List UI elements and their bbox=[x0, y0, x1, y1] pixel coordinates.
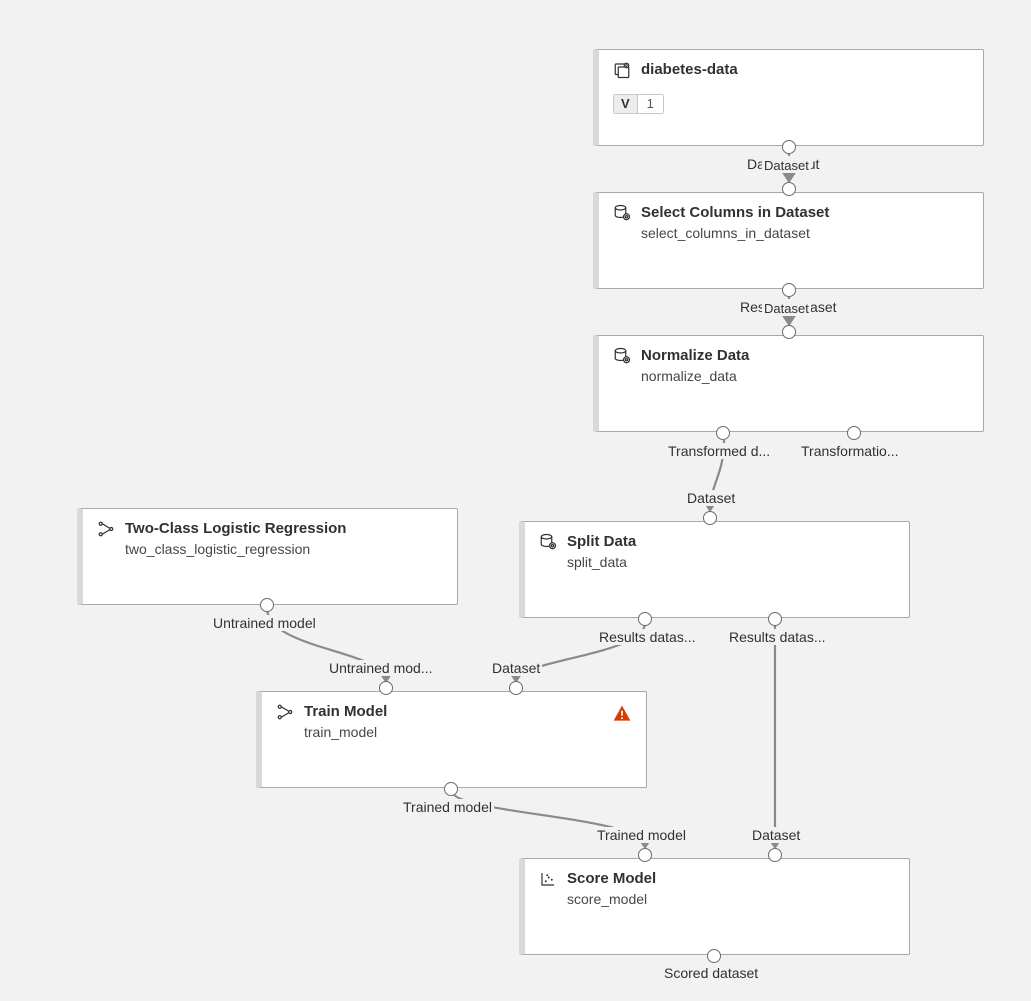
node-title: Two-Class Logistic Regression bbox=[125, 519, 346, 539]
algorithm-icon bbox=[276, 703, 294, 721]
port-out-logreg[interactable] bbox=[260, 598, 274, 612]
node-logistic-regression[interactable]: Two-Class Logistic Regression two_class_… bbox=[77, 508, 458, 605]
node-title: Normalize Data bbox=[641, 346, 749, 366]
node-title: Train Model bbox=[304, 702, 387, 722]
warning-icon bbox=[612, 704, 632, 724]
port-out-normalize-2[interactable] bbox=[847, 426, 861, 440]
port-label: Trained model bbox=[595, 827, 688, 843]
node-sub: train_model bbox=[304, 724, 387, 740]
port-label: Transformatio... bbox=[799, 443, 901, 459]
node-title: Split Data bbox=[567, 532, 636, 552]
port-label: Results datas... bbox=[727, 629, 828, 645]
port-label: Dataset bbox=[685, 490, 737, 506]
node-title: Select Columns in Dataset bbox=[641, 203, 829, 223]
node-diabetes-data[interactable]: diabetes-data V 1 bbox=[593, 49, 984, 146]
version-tag: V 1 bbox=[613, 94, 664, 114]
node-train-model[interactable]: Train Model train_model bbox=[256, 691, 647, 788]
port-out-split-2[interactable] bbox=[768, 612, 782, 626]
port-label: Dataset bbox=[750, 827, 802, 843]
port-label: Dataset bbox=[762, 301, 811, 316]
algorithm-icon bbox=[97, 520, 115, 538]
datastore-gear-icon bbox=[613, 347, 631, 365]
port-label: Results datas... bbox=[597, 629, 698, 645]
port-label: Dataset bbox=[490, 660, 542, 676]
port-label: Untrained mod... bbox=[327, 660, 435, 676]
port-out-normalize-1[interactable] bbox=[716, 426, 730, 440]
port-label: Scored dataset bbox=[662, 965, 760, 981]
port-label: Transformed d... bbox=[666, 443, 772, 459]
port-in-selectcols[interactable] bbox=[782, 182, 796, 196]
node-sub: select_columns_in_dataset bbox=[641, 225, 829, 241]
port-label: Dataset bbox=[762, 158, 811, 173]
port-out-split-1[interactable] bbox=[638, 612, 652, 626]
node-normalize-data[interactable]: Normalize Data normalize_data bbox=[593, 335, 984, 432]
port-label: Untrained model bbox=[211, 615, 318, 631]
node-select-columns[interactable]: Select Columns in Dataset select_columns… bbox=[593, 192, 984, 289]
port-out-diabetes[interactable] bbox=[782, 140, 796, 154]
node-title: diabetes-data bbox=[641, 60, 738, 80]
node-sub: score_model bbox=[567, 891, 656, 907]
dataset-icon bbox=[613, 61, 631, 79]
pipeline-canvas[interactable]: diabetes-data V 1 Data output Dataset bbox=[0, 0, 1031, 1001]
port-in-train-2[interactable] bbox=[509, 681, 523, 695]
scatter-chart-icon bbox=[539, 870, 557, 888]
port-in-train-1[interactable] bbox=[379, 681, 393, 695]
node-sub: normalize_data bbox=[641, 368, 749, 384]
edges-layer bbox=[0, 0, 1031, 1001]
port-label: Trained model bbox=[401, 799, 494, 815]
port-in-score-1[interactable] bbox=[638, 848, 652, 862]
port-in-split[interactable] bbox=[703, 511, 717, 525]
node-split-data[interactable]: Split Data split_data bbox=[519, 521, 910, 618]
port-in-normalize[interactable] bbox=[782, 325, 796, 339]
port-out-score[interactable] bbox=[707, 949, 721, 963]
node-sub: split_data bbox=[567, 554, 636, 570]
node-title: Score Model bbox=[567, 869, 656, 889]
node-score-model[interactable]: Score Model score_model bbox=[519, 858, 910, 955]
port-out-selectcols[interactable] bbox=[782, 283, 796, 297]
port-in-score-2[interactable] bbox=[768, 848, 782, 862]
node-sub: two_class_logistic_regression bbox=[125, 541, 346, 557]
datastore-gear-icon bbox=[539, 533, 557, 551]
port-out-train[interactable] bbox=[444, 782, 458, 796]
datastore-gear-icon bbox=[613, 204, 631, 222]
